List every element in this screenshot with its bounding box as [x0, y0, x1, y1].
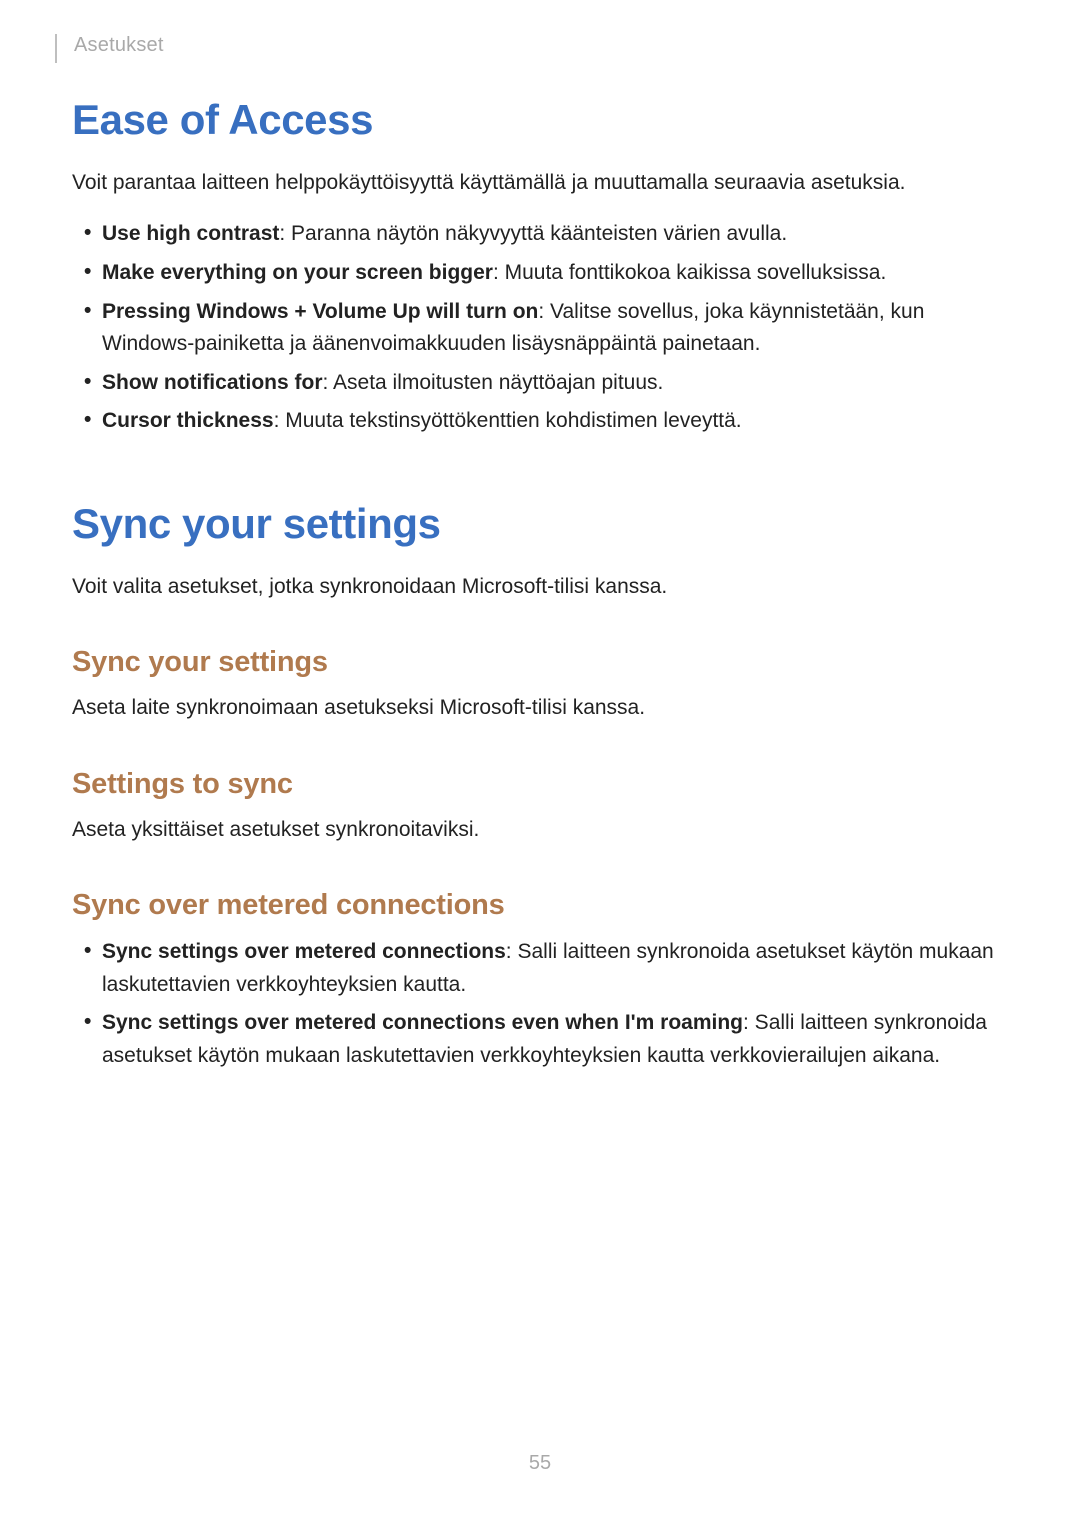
list-item-rest: : Muuta fonttikokoa kaikissa sovelluksis… [493, 261, 886, 284]
list-item: Make everything on your screen bigger: M… [72, 257, 1008, 290]
list-item-bold: Show notifications for [102, 371, 323, 394]
list-item: Sync settings over metered connections: … [72, 936, 1008, 1001]
heading-sync-your-settings: Sync your settings [72, 500, 1008, 548]
page-number: 55 [0, 1452, 1080, 1475]
list-item-bold: Use high contrast [102, 222, 279, 245]
ease-intro-text: Voit parantaa laitteen helppokäyttöisyyt… [72, 168, 1008, 198]
header-rule-icon [55, 34, 57, 63]
list-item-rest: : Muuta tekstinsyöttökenttien kohdistime… [274, 409, 742, 432]
content-area: Ease of Access Voit parantaa laitteen he… [72, 96, 1008, 1078]
list-item-bold: Make everything on your screen bigger [102, 261, 493, 284]
list-item-rest: : Aseta ilmoitusten näyttöajan pituus. [323, 371, 664, 394]
header-section-label: Asetukset [74, 34, 164, 57]
list-item-bold: Sync settings over metered connections e… [102, 1011, 743, 1034]
heading-ease-of-access: Ease of Access [72, 96, 1008, 144]
page: Asetukset Ease of Access Voit parantaa l… [0, 0, 1080, 1527]
list-item: Cursor thickness: Muuta tekstinsyöttöken… [72, 405, 1008, 438]
list-item-bold: Sync settings over metered connections [102, 940, 506, 963]
sync-section-body: Aseta yksittäiset asetukset synkronoitav… [72, 815, 1008, 845]
sync-section-body: Aseta laite synkronoimaan asetukseksi Mi… [72, 693, 1008, 723]
metered-bullet-list: Sync settings over metered connections: … [72, 936, 1008, 1072]
list-item: Sync settings over metered connections e… [72, 1007, 1008, 1072]
list-item-rest: : Paranna näytön näkyvyyttä käänteisten … [279, 222, 787, 245]
list-item: Pressing Windows + Volume Up will turn o… [72, 296, 1008, 361]
list-item: Use high contrast: Paranna näytön näkyvy… [72, 218, 1008, 251]
subheading-sync-over-metered: Sync over metered connections [72, 889, 1008, 922]
list-item-bold: Pressing Windows + Volume Up will turn o… [102, 300, 538, 323]
sync-intro-text: Voit valita asetukset, jotka synkronoida… [72, 572, 1008, 602]
list-item: Show notifications for: Aseta ilmoituste… [72, 367, 1008, 400]
subheading-settings-to-sync: Settings to sync [72, 768, 1008, 801]
subheading-sync-your-settings: Sync your settings [72, 646, 1008, 679]
ease-bullet-list: Use high contrast: Paranna näytön näkyvy… [72, 218, 1008, 437]
list-item-bold: Cursor thickness [102, 409, 274, 432]
